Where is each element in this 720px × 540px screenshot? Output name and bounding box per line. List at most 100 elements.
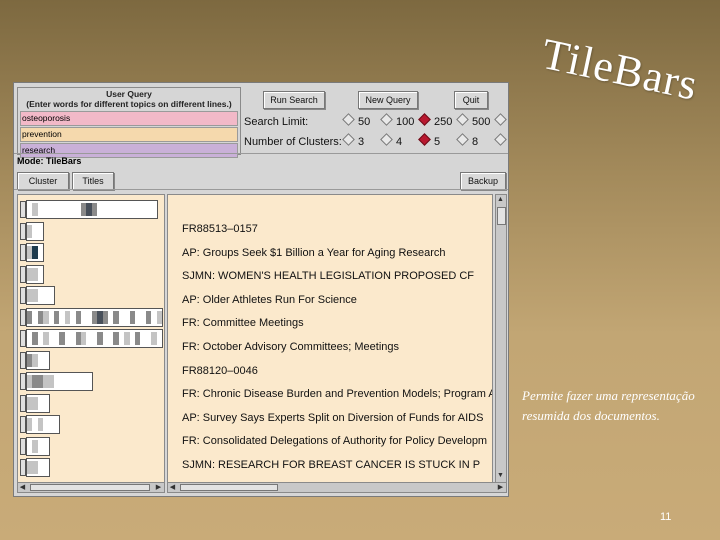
- titles-button[interactable]: Titles: [72, 172, 114, 190]
- document-title[interactable]: AP: Groups Seek $1 Billion a Year for Ag…: [182, 247, 446, 259]
- search-limit-option[interactable]: 100: [492, 113, 508, 128]
- tilebar[interactable]: [26, 307, 163, 327]
- radio-diamond-icon[interactable]: [494, 133, 507, 146]
- tilebar-segment: [43, 332, 49, 345]
- mode-label: Mode: TileBars: [17, 156, 82, 166]
- scroll-down-arrow-icon[interactable]: ▼: [496, 471, 505, 480]
- tilebar[interactable]: [26, 350, 50, 370]
- query-term-input[interactable]: prevention: [20, 127, 238, 142]
- tilebar-segment: [113, 310, 119, 324]
- tilebar-segment: [135, 332, 141, 345]
- search-limit-option-label: 500: [472, 116, 491, 128]
- tilebar[interactable]: [26, 372, 93, 391]
- tilebar[interactable]: [26, 200, 158, 219]
- tilebar[interactable]: [26, 458, 50, 477]
- tilebar[interactable]: [26, 393, 50, 413]
- radio-diamond-icon[interactable]: [418, 113, 431, 126]
- tilebar[interactable]: [26, 329, 163, 348]
- tilebar[interactable]: [26, 221, 45, 241]
- scroll-right-arrow-icon[interactable]: ▶: [496, 483, 505, 492]
- tilebar-segment: [81, 332, 87, 345]
- document-title[interactable]: FR88120–0046: [182, 365, 258, 377]
- tilebar-segment: [32, 289, 38, 302]
- radio-diamond-icon[interactable]: [380, 133, 393, 146]
- cluster-button[interactable]: Cluster: [17, 172, 69, 190]
- tilebar[interactable]: [26, 286, 55, 305]
- tilebar-segment: [48, 375, 54, 388]
- radio-diamond-icon[interactable]: [456, 113, 469, 126]
- tilebars-pane: [17, 194, 165, 483]
- num-clusters-option-label: 3: [358, 136, 365, 148]
- tilebar-segment: [151, 332, 157, 345]
- tilebar-segment: [32, 267, 38, 281]
- tilebar-segment: [113, 332, 119, 345]
- search-limit-option-label: 100: [396, 116, 415, 128]
- radio-diamond-icon[interactable]: [456, 133, 469, 146]
- tilebar-segment: [102, 310, 108, 324]
- search-limit-option[interactable]: 100: [378, 113, 416, 128]
- document-title[interactable]: FR: Committee Meetings: [182, 317, 304, 329]
- page-number: 11: [660, 511, 672, 523]
- tilebar-segment: [54, 310, 60, 324]
- search-limit-option[interactable]: 500: [454, 113, 492, 128]
- radio-diamond-icon[interactable]: [342, 113, 355, 126]
- tilebar[interactable]: [26, 436, 50, 456]
- document-title[interactable]: FR: Chronic Disease Burden and Preventio…: [182, 388, 492, 400]
- slide-title: TileBars: [537, 28, 703, 110]
- num-clusters-option[interactable]: 8: [454, 133, 492, 148]
- search-limit-option[interactable]: 50: [340, 113, 378, 128]
- num-clusters-option[interactable]: 3: [340, 133, 378, 148]
- scroll-thumb[interactable]: [180, 484, 278, 491]
- num-clusters-option-label: 4: [396, 136, 403, 148]
- search-limit-option[interactable]: 250: [416, 113, 454, 128]
- num-clusters-option[interactable]: 10: [492, 133, 508, 148]
- search-limit-row: Search Limit:50100250500100: [244, 113, 508, 128]
- query-term-input[interactable]: osteoporosis: [20, 111, 238, 126]
- tiles-horizontal-scrollbar[interactable]: ◀ ▶: [17, 482, 165, 493]
- document-title[interactable]: AP: Survey Says Experts Split on Diversi…: [182, 412, 483, 424]
- user-query-panel: User Query (Enter words for different to…: [17, 87, 241, 158]
- tilebar[interactable]: [26, 264, 45, 284]
- num-clusters-label: Number of Clusters:: [244, 136, 342, 148]
- document-title[interactable]: SJMN: RESEARCH FOR BREAST CANCER IS STUC…: [182, 459, 480, 471]
- num-clusters-option[interactable]: 5: [416, 133, 454, 148]
- backup-button[interactable]: Backup: [460, 172, 506, 190]
- document-title[interactable]: FR88513–0157: [182, 223, 258, 235]
- new-query-button[interactable]: New Query: [358, 91, 418, 109]
- document-title[interactable]: FR: Consolidated Delegations of Authorit…: [182, 435, 487, 447]
- radio-diamond-icon[interactable]: [342, 133, 355, 146]
- tilebar-segment: [32, 439, 38, 453]
- tilebar-segment: [145, 310, 152, 324]
- tilebar[interactable]: [26, 415, 61, 434]
- scroll-up-arrow-icon[interactable]: ▲: [496, 195, 505, 204]
- radio-diamond-icon[interactable]: [494, 113, 507, 126]
- tilebar-segment: [32, 332, 38, 345]
- vertical-scrollbar[interactable]: ▲ ▼: [495, 194, 507, 483]
- radio-diamond-icon[interactable]: [380, 113, 393, 126]
- tilebar-segment: [64, 310, 71, 324]
- tilebars-window: User Query (Enter words for different to…: [13, 82, 509, 497]
- tilebar-segment: [43, 310, 49, 324]
- tilebar[interactable]: [26, 243, 45, 262]
- tilebar-segment: [32, 396, 38, 410]
- tilebar-segment: [27, 310, 33, 324]
- tilebar-segment: [91, 203, 98, 216]
- quit-button[interactable]: Quit: [454, 91, 488, 109]
- scroll-left-arrow-icon[interactable]: ◀: [168, 483, 177, 492]
- document-title[interactable]: FR: October Advisory Committees; Meeting…: [182, 341, 399, 353]
- titles-horizontal-scrollbar[interactable]: ◀ ▶: [167, 482, 507, 493]
- radio-diamond-icon[interactable]: [418, 133, 431, 146]
- scroll-thumb[interactable]: [497, 207, 506, 225]
- scroll-thumb[interactable]: [30, 484, 150, 491]
- divider: [14, 189, 508, 190]
- document-title[interactable]: AP: Older Athletes Run For Science: [182, 294, 357, 306]
- divider: [14, 153, 508, 154]
- tilebar-segment: [32, 353, 38, 367]
- scroll-left-arrow-icon[interactable]: ◀: [18, 483, 27, 492]
- document-title[interactable]: SJMN: WOMEN'S HEALTH LEGISLATION PROPOSE…: [182, 270, 474, 282]
- slide-caption: Permite fazer uma representação resumida…: [522, 388, 695, 423]
- run-search-button[interactable]: Run Search: [263, 91, 325, 109]
- scroll-right-arrow-icon[interactable]: ▶: [154, 483, 163, 492]
- tilebar-segment: [75, 310, 81, 324]
- num-clusters-option[interactable]: 4: [378, 133, 416, 148]
